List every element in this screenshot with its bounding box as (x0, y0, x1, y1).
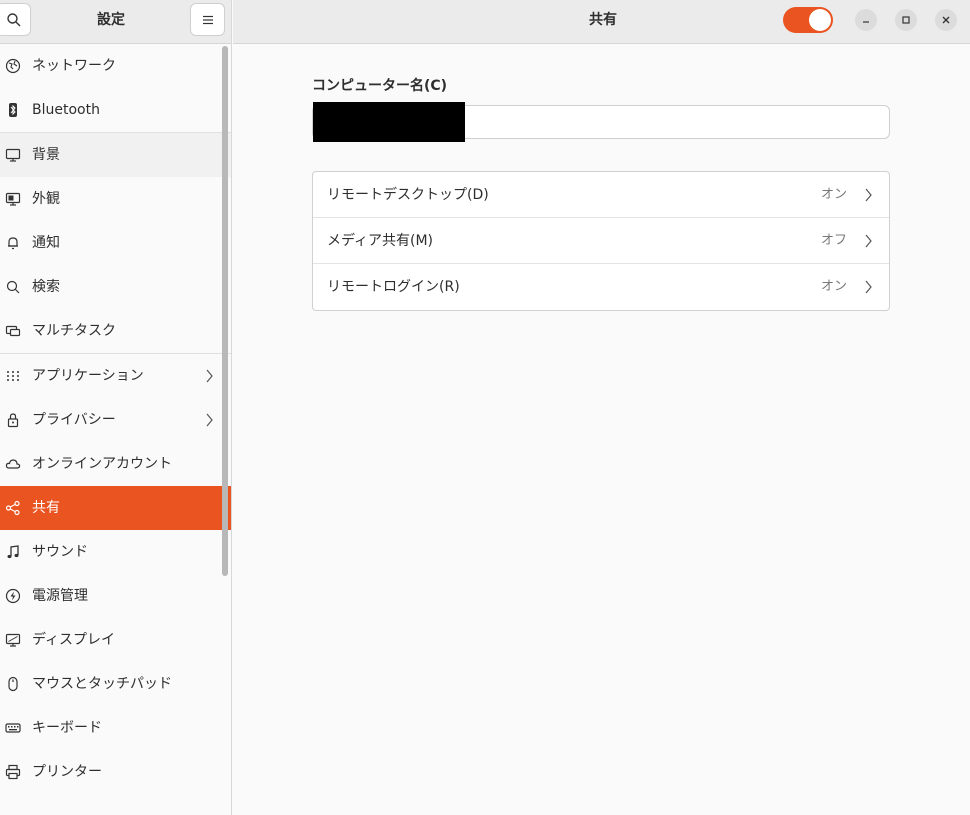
mouse-icon (4, 675, 22, 693)
main-content: コンピューター名(C) リモートデスクトップ(D) オン メディア共有(M) オ… (233, 45, 970, 815)
remote-login-row[interactable]: リモートログイン(R) オン (313, 264, 889, 310)
sidebar-item-notifications[interactable]: 通知 (0, 221, 231, 265)
sharing-options-list: リモートデスクトップ(D) オン メディア共有(M) オフ リモートログイン(R… (312, 171, 890, 311)
music-note-icon (4, 543, 22, 561)
sidebar-header: 設定 (0, 0, 231, 44)
menu-button[interactable] (190, 3, 225, 36)
apps-grid-icon (4, 367, 22, 385)
sidebar-item-label: アプリケーション (32, 368, 144, 384)
chevron-right-icon (206, 369, 213, 383)
sidebar-item-sharing[interactable]: 共有 (0, 486, 231, 530)
appearance-icon (4, 190, 22, 208)
row-label: メディア共有(M) (327, 233, 434, 249)
close-icon (942, 16, 950, 24)
sidebar-item-printers[interactable]: プリンター (0, 750, 231, 794)
close-button[interactable] (935, 9, 957, 31)
sidebar-scrollbar[interactable] (222, 46, 228, 576)
sharing-toggle[interactable] (783, 7, 833, 33)
hamburger-menu-icon (202, 15, 213, 24)
sidebar-item-label: プライバシー (32, 412, 116, 428)
search-icon (4, 278, 22, 296)
sidebar-item-label: ディスプレイ (32, 632, 116, 648)
cloud-icon (4, 455, 22, 473)
sidebar-item-label: ネットワーク (32, 58, 116, 74)
sidebar-item-power[interactable]: 電源管理 (0, 574, 231, 618)
search-button[interactable] (0, 3, 31, 36)
sidebar-item-applications[interactable]: アプリケーション (0, 354, 231, 398)
row-status: オン (821, 187, 848, 202)
sidebar-item-label: キーボード (32, 720, 102, 736)
lock-icon (4, 411, 22, 429)
sidebar-item-keyboard[interactable]: キーボード (0, 706, 231, 750)
sidebar-item-label: 検索 (32, 279, 60, 295)
sidebar-item-multitasking[interactable]: マルチタスク (0, 309, 231, 353)
chevron-right-icon (865, 234, 872, 248)
minimize-icon (863, 21, 869, 23)
background-monitor-icon (4, 146, 22, 164)
chevron-right-icon (206, 413, 213, 427)
sidebar-item-label: 電源管理 (32, 588, 88, 604)
sidebar-item-background[interactable]: 背景 (0, 133, 231, 177)
main-titlebar: 共有 (233, 0, 970, 44)
printer-icon (4, 763, 22, 781)
remote-desktop-row[interactable]: リモートデスクトップ(D) オン (313, 172, 889, 218)
minimize-button[interactable] (855, 9, 877, 31)
sidebar-item-label: 通知 (32, 235, 60, 251)
sidebar-item-label: プリンター (32, 764, 102, 780)
sidebar-item-label: マウスとタッチパッド (32, 676, 172, 692)
sidebar-item-online-accounts[interactable]: オンラインアカウント (0, 442, 231, 486)
sidebar-item-label: 共有 (32, 500, 60, 516)
network-globe-icon (4, 57, 22, 75)
media-sharing-row[interactable]: メディア共有(M) オフ (313, 218, 889, 264)
sidebar-item-label: オンラインアカウント (32, 456, 172, 472)
row-status: オン (821, 279, 848, 294)
bell-icon (4, 234, 22, 252)
sidebar-item-appearance[interactable]: 外観 (0, 177, 231, 221)
bluetooth-icon (4, 101, 22, 119)
sidebar-item-label: サウンド (32, 544, 88, 560)
sidebar-item-label: マルチタスク (32, 323, 116, 339)
maximize-button[interactable] (895, 9, 917, 31)
sidebar-item-privacy[interactable]: プライバシー (0, 398, 231, 442)
redacted-computer-name (313, 102, 465, 142)
maximize-icon (902, 16, 910, 24)
sidebar: 設定 ネットワーク Bluetooth 背景 外観 通知 検索 マルチタスク ア… (0, 0, 232, 815)
sidebar-item-search[interactable]: 検索 (0, 265, 231, 309)
sidebar-list: ネットワーク Bluetooth 背景 外観 通知 検索 マルチタスク アプリケ… (0, 44, 231, 794)
row-label: リモートデスクトップ(D) (327, 187, 489, 203)
sidebar-item-network[interactable]: ネットワーク (0, 44, 231, 88)
display-icon (4, 631, 22, 649)
page-title: 共有 (589, 12, 617, 28)
sidebar-item-bluetooth[interactable]: Bluetooth (0, 88, 231, 132)
sidebar-item-mouse-touchpad[interactable]: マウスとタッチパッド (0, 662, 231, 706)
sidebar-item-label: Bluetooth (32, 102, 100, 118)
sidebar-item-label: 外観 (32, 191, 60, 207)
multitask-icon (4, 322, 22, 340)
sidebar-item-label: 背景 (32, 147, 60, 163)
chevron-right-icon (865, 188, 872, 202)
row-label: リモートログイン(R) (327, 279, 460, 295)
chevron-right-icon (865, 280, 872, 294)
power-icon (4, 587, 22, 605)
toggle-knob (809, 9, 831, 31)
row-status: オフ (821, 233, 848, 248)
search-icon (6, 12, 20, 26)
share-icon (4, 499, 22, 517)
sidebar-title: 設定 (97, 12, 125, 28)
computer-name-label: コンピューター名(C) (312, 78, 448, 94)
sidebar-item-displays[interactable]: ディスプレイ (0, 618, 231, 662)
sidebar-item-sound[interactable]: サウンド (0, 530, 231, 574)
keyboard-icon (4, 719, 22, 737)
